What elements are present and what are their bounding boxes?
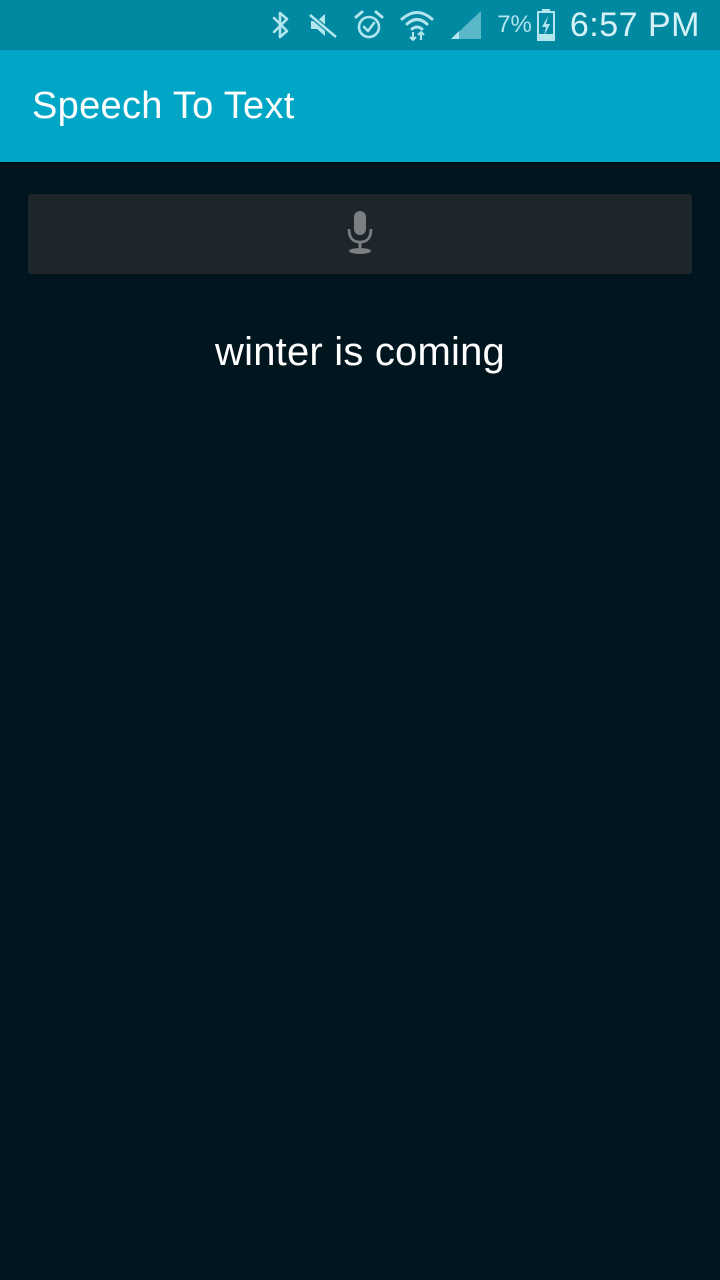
wifi-icon	[399, 7, 435, 43]
mic-button[interactable]	[28, 194, 692, 274]
signal-icon	[449, 7, 483, 43]
mute-icon	[307, 7, 339, 43]
clock: 6:57 PM	[569, 5, 700, 44]
bluetooth-icon	[269, 7, 293, 43]
battery-percent: 7%	[497, 11, 532, 38]
app-title: Speech To Text	[32, 84, 295, 127]
recognized-text: winter is coming	[215, 330, 505, 374]
battery-icon	[536, 7, 556, 43]
status-bar: 7% 6:57 PM	[0, 0, 720, 50]
alarm-icon	[353, 7, 385, 43]
app-bar: Speech To Text	[0, 50, 720, 162]
microphone-icon	[346, 209, 374, 260]
